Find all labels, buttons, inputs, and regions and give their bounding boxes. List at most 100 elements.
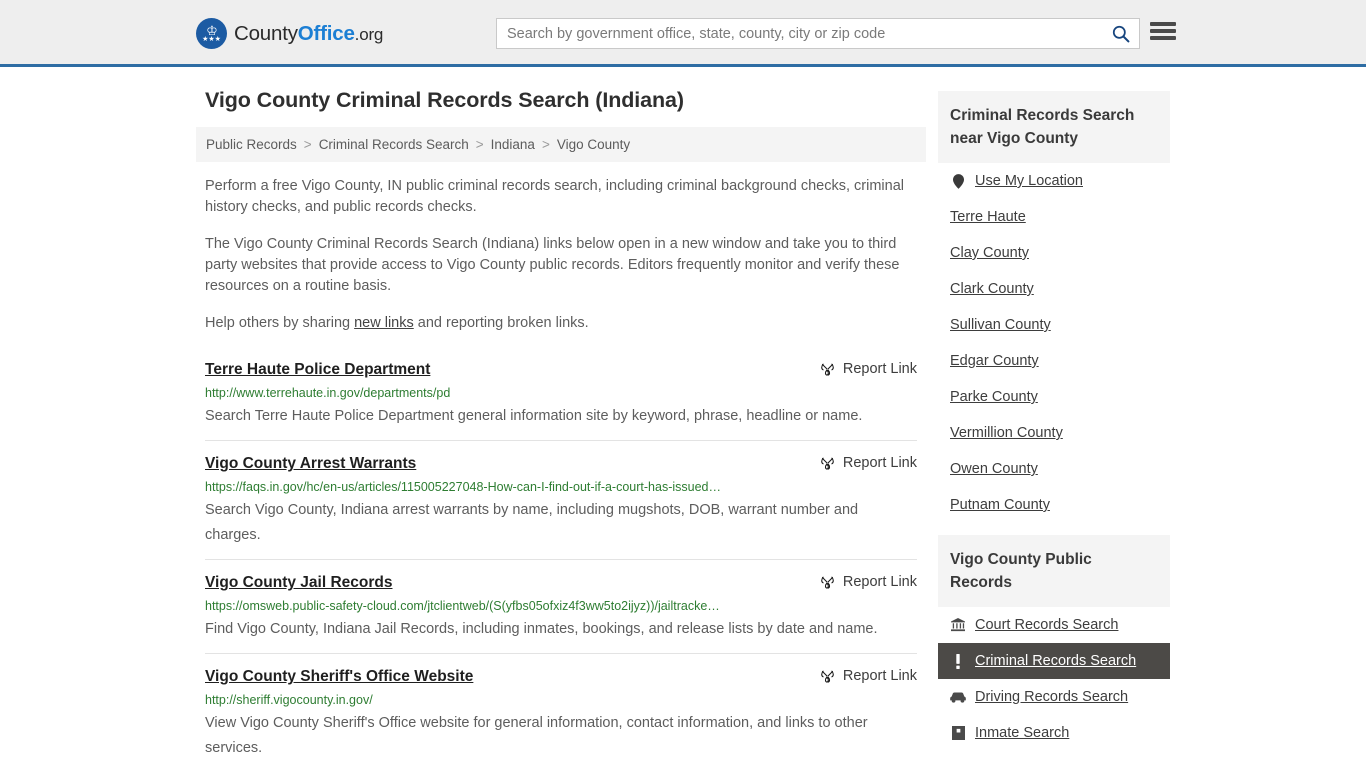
- list-item: Vermillion County: [938, 415, 1170, 451]
- brand-part-county: County: [234, 21, 298, 45]
- sidebar-item-parke-county[interactable]: Parke County: [938, 379, 1170, 415]
- sidebar-item-label: Edgar County: [950, 353, 1039, 369]
- result-url: https://faqs.in.gov/hc/en-us/articles/11…: [205, 480, 721, 494]
- breadcrumb: Public Records > Criminal Records Search…: [196, 127, 926, 162]
- intro-paragraph-1: Perform a free Vigo County, IN public cr…: [205, 178, 904, 215]
- report-link-button[interactable]: Report Link: [820, 574, 917, 590]
- result-header: Vigo County Sheriff's Office Website Rep…: [205, 667, 917, 687]
- list-item: Driving Records Search: [938, 679, 1170, 715]
- sidebar-nearby-list: Use My Location Terre Haute Clay County …: [938, 163, 1170, 523]
- brand-wordmark: CountyOffice.org: [234, 22, 383, 46]
- result-header: Vigo County Jail Records Report Link: [205, 573, 917, 593]
- report-link-button[interactable]: Report Link: [820, 668, 917, 684]
- help-prefix: Help others by sharing: [205, 315, 355, 331]
- help-paragraph: Help others by sharing new links and rep…: [205, 313, 917, 334]
- sidebar-item-clay-county[interactable]: Clay County: [938, 235, 1170, 271]
- brand-part-office: Office: [297, 21, 355, 45]
- broken-link-icon: [821, 363, 834, 376]
- list-item: Criminal Records Search: [938, 643, 1170, 679]
- report-link-label: Report Link: [842, 361, 917, 377]
- sidebar-item-clark-county[interactable]: Clark County: [938, 271, 1170, 307]
- sidebar-public-records-heading: Vigo County Public Records: [938, 535, 1170, 607]
- sidebar-item-sullivan-county[interactable]: Sullivan County: [938, 307, 1170, 343]
- sidebar: Criminal Records Search near Vigo County…: [938, 67, 1170, 768]
- sidebar-item-label: Parke County: [950, 389, 1038, 405]
- result-description: Search Terre Haute Police Department gen…: [205, 408, 863, 424]
- sidebar-item-terre-haute[interactable]: Terre Haute: [938, 199, 1170, 235]
- new-links-link[interactable]: new links: [354, 315, 414, 331]
- breadcrumb-item-indiana[interactable]: Indiana: [491, 137, 535, 152]
- map-pin-icon: [950, 173, 966, 189]
- intro-paragraph-2: The Vigo County Criminal Records Search …: [205, 236, 900, 294]
- result-title-link[interactable]: Vigo County Arrest Warrants: [205, 454, 416, 474]
- sidebar-item-label: Use My Location: [975, 173, 1083, 189]
- result-header: Vigo County Arrest Warrants Report Link: [205, 454, 917, 474]
- search-submit-button[interactable]: [1101, 19, 1139, 48]
- sidebar-public-records-group: Vigo County Public Records Court Records…: [938, 535, 1170, 751]
- result-url: https://omsweb.public-safety-cloud.com/j…: [205, 599, 720, 613]
- sidebar-public-records-list: Court Records Search Criminal Records Se…: [938, 607, 1170, 751]
- list-item: Court Records Search: [938, 607, 1170, 643]
- sidebar-item-label: Owen County: [950, 461, 1038, 477]
- broken-link-icon: [821, 457, 834, 470]
- sidebar-item-owen-county[interactable]: Owen County: [938, 451, 1170, 487]
- report-link-button[interactable]: Report Link: [820, 455, 917, 471]
- result-header: Terre Haute Police Department Report Lin…: [205, 360, 917, 380]
- main-column: Vigo County Criminal Records Search (Ind…: [196, 67, 926, 768]
- sidebar-item-inmate-search[interactable]: Inmate Search: [938, 715, 1170, 751]
- list-item: Edgar County: [938, 343, 1170, 379]
- result-title-link[interactable]: Vigo County Jail Records: [205, 573, 392, 593]
- page-title: Vigo County Criminal Records Search (Ind…: [205, 88, 684, 112]
- sidebar-item-driving-records-search[interactable]: Driving Records Search: [938, 679, 1170, 715]
- sidebar-item-use-my-location[interactable]: Use My Location: [938, 163, 1170, 199]
- result-item: Vigo County Jail Records Report Link htt…: [205, 559, 917, 653]
- sidebar-item-label: Inmate Search: [975, 725, 1070, 741]
- sidebar-item-vermillion-county[interactable]: Vermillion County: [938, 415, 1170, 451]
- search-bar: [496, 18, 1140, 49]
- breadcrumb-item-public-records[interactable]: Public Records: [206, 137, 297, 152]
- sidebar-nearby-heading: Criminal Records Search near Vigo County: [938, 91, 1170, 163]
- report-link-button[interactable]: Report Link: [820, 361, 917, 377]
- sidebar-item-label: Terre Haute: [950, 209, 1026, 225]
- list-item: Sullivan County: [938, 307, 1170, 343]
- sidebar-item-criminal-records-search[interactable]: Criminal Records Search: [938, 643, 1170, 679]
- breadcrumb-item-criminal-records-search[interactable]: Criminal Records Search: [319, 137, 469, 152]
- sidebar-item-label: Vermillion County: [950, 425, 1063, 441]
- site-logo-link[interactable]: ♔ ★★★ CountyOffice.org: [196, 18, 383, 49]
- result-title-link[interactable]: Terre Haute Police Department: [205, 360, 430, 380]
- breadcrumb-separator: >: [303, 137, 312, 152]
- hamburger-menu-icon[interactable]: [1150, 20, 1176, 42]
- result-description: Search Vigo County, Indiana arrest warra…: [205, 502, 859, 543]
- list-item: Owen County: [938, 451, 1170, 487]
- help-suffix: and reporting broken links.: [413, 315, 589, 331]
- sidebar-item-putnam-county[interactable]: Putnam County: [938, 487, 1170, 523]
- list-item: Clay County: [938, 235, 1170, 271]
- sidebar-item-court-records-search[interactable]: Court Records Search: [938, 607, 1170, 643]
- list-item: Inmate Search: [938, 715, 1170, 751]
- site-header: ♔ ★★★ CountyOffice.org: [0, 0, 1366, 67]
- sidebar-item-edgar-county[interactable]: Edgar County: [938, 343, 1170, 379]
- car-icon: [950, 692, 966, 703]
- report-link-label: Report Link: [842, 668, 917, 684]
- hamburger-bar: [1150, 36, 1176, 40]
- sidebar-item-label: Putnam County: [950, 497, 1050, 513]
- broken-link-icon: [821, 670, 834, 683]
- result-description: View Vigo County Sheriff's Office websit…: [205, 715, 868, 756]
- sidebar-item-label: Driving Records Search: [975, 689, 1129, 705]
- list-item: Parke County: [938, 379, 1170, 415]
- list-item: Terre Haute: [938, 199, 1170, 235]
- result-title-link[interactable]: Vigo County Sheriff's Office Website: [205, 667, 473, 687]
- list-item: Clark County: [938, 271, 1170, 307]
- search-icon: [1112, 25, 1129, 43]
- breadcrumb-item-vigo-county: Vigo County: [556, 137, 631, 152]
- bank-building-icon: [950, 618, 966, 632]
- content-container: Vigo County Criminal Records Search (Ind…: [196, 67, 1170, 768]
- result-url: http://www.terrehaute.in.gov/departments…: [205, 386, 451, 400]
- breadcrumb-separator: >: [541, 137, 550, 152]
- result-url: http://sheriff.vigocounty.in.gov/: [205, 693, 373, 707]
- page-body: Vigo County Criminal Records Search (Ind…: [0, 67, 1366, 768]
- breadcrumb-separator: >: [475, 137, 484, 152]
- exclamation-icon: [950, 653, 966, 669]
- sidebar-item-label: Clark County: [950, 281, 1034, 297]
- search-input[interactable]: [497, 19, 1101, 48]
